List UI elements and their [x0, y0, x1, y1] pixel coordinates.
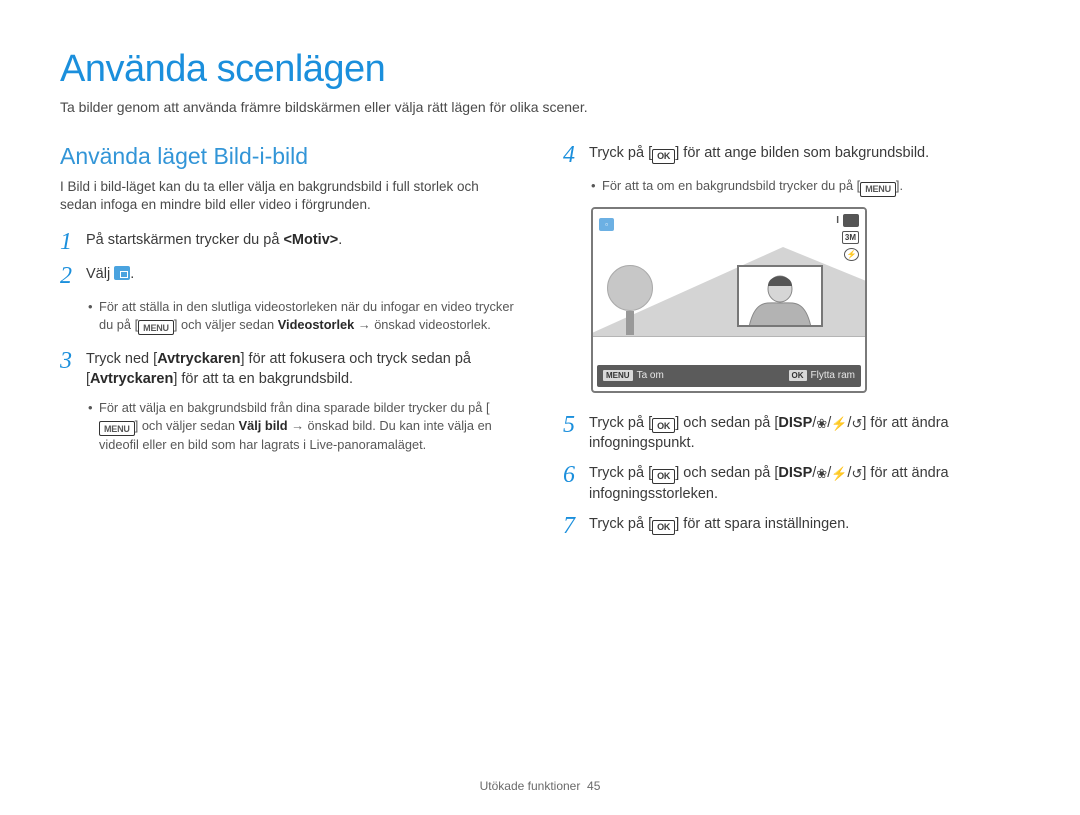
text: Tryck på [: [589, 415, 652, 431]
bar-left-label: Ta om: [637, 370, 664, 381]
screen-viewport: ▫ I 3M ⚡: [593, 209, 865, 351]
text: Tryck ned [: [86, 351, 157, 367]
videostorlek-label: Videostorlek: [278, 317, 355, 332]
step-body: Tryck på [OK] och sedan på [DISP/❀/⚡/↺] …: [589, 413, 1020, 454]
motiv-label: <Motiv>: [283, 232, 338, 248]
step-body: Välj .: [86, 264, 517, 284]
step-7: 7 Tryck på [OK] för att spara inställnin…: [563, 514, 1020, 538]
step-number: 6: [563, 463, 579, 487]
menu-tag: MENU: [603, 370, 633, 381]
bullet: För att ta om en bakgrundsbild trycker d…: [591, 177, 1020, 197]
step-4-bullets: För att ta om en bakgrundsbild trycker d…: [563, 177, 1020, 197]
disp-label: DISP: [778, 465, 812, 481]
ok-button-icon: OK: [652, 469, 675, 484]
tree-trunk: [626, 311, 634, 335]
step-body: Tryck på [OK] för att ange bilden som ba…: [589, 143, 1020, 164]
text: Tryck på [: [589, 516, 652, 532]
flash-icon: ⚡: [831, 416, 847, 431]
step-2-bullets: För att ställa in den slutliga videostor…: [60, 298, 517, 335]
page-title: Använda scenlägen: [60, 48, 1020, 91]
macro-icon: ❀: [816, 466, 827, 481]
text: ] och väljer sedan: [174, 317, 278, 332]
flash-icon: ⚡: [844, 248, 859, 261]
footer-page-number: 45: [587, 779, 600, 793]
macro-icon: ❀: [816, 416, 827, 431]
text: ].: [896, 178, 903, 193]
text: ] och sedan på [: [675, 415, 778, 431]
bar-right-label: Flytta ram: [811, 370, 855, 381]
page-footer: Utökade funktioner 45: [0, 779, 1080, 793]
bar-right: OK Flytta ram: [789, 370, 855, 381]
tree-shape: [607, 265, 653, 335]
ok-button-icon: OK: [652, 520, 675, 535]
step-5: 5 Tryck på [OK] och sedan på [DISP/❀/⚡/↺…: [563, 413, 1020, 454]
disp-label: DISP: [778, 415, 812, 431]
step-number: 5: [563, 413, 579, 437]
text: För att välja en bakgrundsbild från dina…: [99, 400, 490, 415]
hud-top-left: ▫: [599, 214, 614, 232]
menu-button-icon: MENU: [860, 182, 896, 197]
divider-icon: I: [836, 215, 839, 226]
ok-tag: OK: [789, 370, 807, 381]
step-number: 4: [563, 143, 579, 167]
text: För att ta om en bakgrundsbild trycker d…: [602, 178, 860, 193]
step-3: 3 Tryck ned [Avtryckaren] för att fokuse…: [60, 349, 517, 389]
text: Välj: [86, 266, 114, 282]
bullet: För att ställa in den slutliga videostor…: [88, 298, 517, 335]
text: Tryck på [: [589, 465, 652, 481]
valj-bild-label: Välj bild: [239, 418, 288, 433]
step-3-bullets: För att välja en bakgrundsbild från dina…: [60, 399, 517, 453]
ok-button-icon: OK: [652, 149, 675, 164]
text: Tryck på [: [589, 145, 652, 161]
ok-button-icon: OK: [652, 418, 675, 433]
avtryckaren-label: Avtryckaren: [157, 351, 240, 367]
text: ] för att ange bilden som bakgrundsbild.: [675, 145, 929, 161]
resolution-icon: 3M: [842, 231, 859, 244]
timer-icon: ↺: [851, 466, 862, 481]
timer-icon: ↺: [851, 416, 862, 431]
section-title: Använda läget Bild-i-bild: [60, 143, 517, 170]
step-body: På startskärmen trycker du på <Motiv>.: [86, 230, 517, 250]
text: → önskad videostorlek.: [354, 317, 491, 332]
text: .: [338, 232, 342, 248]
inset-frame: [737, 265, 823, 327]
avtryckaren-label: Avtryckaren: [90, 371, 173, 387]
text: På startskärmen trycker du på: [86, 232, 283, 248]
column-right: 4 Tryck på [OK] för att ange bilden som …: [563, 143, 1020, 548]
step-body: Tryck på [OK] och sedan på [DISP/❀/⚡/↺] …: [589, 463, 1020, 504]
battery-icon: [843, 214, 859, 227]
camera-screen-graphic: ▫ I 3M ⚡ MENU Ta om OK Fl: [591, 207, 867, 393]
footer-section: Utökade funktioner: [480, 779, 581, 793]
step-1: 1 På startskärmen trycker du på <Motiv>.: [60, 230, 517, 254]
bar-left: MENU Ta om: [603, 370, 664, 381]
tree-foliage: [607, 265, 653, 311]
text: ] för att spara inställningen.: [675, 516, 849, 532]
menu-button-icon: MENU: [138, 320, 174, 335]
step-6: 6 Tryck på [OK] och sedan på [DISP/❀/⚡/↺…: [563, 463, 1020, 504]
text: ] för att ta en bakgrundsbild.: [173, 371, 353, 387]
step-2: 2 Välj .: [60, 264, 517, 288]
step-body: Tryck ned [Avtryckaren] för att fokusera…: [86, 349, 517, 389]
text: ] och sedan på [: [675, 465, 778, 481]
section-intro: I Bild i bild-läget kan du ta eller välj…: [60, 178, 517, 214]
bullet: För att välja en bakgrundsbild från dina…: [88, 399, 517, 453]
pip-mode-icon: ▫: [599, 218, 614, 231]
step-number: 7: [563, 514, 579, 538]
picture-in-picture-icon: [114, 266, 130, 280]
step-body: Tryck på [OK] för att spara inställninge…: [589, 514, 1020, 535]
ground-line: [593, 336, 865, 337]
menu-button-icon: MENU: [99, 421, 135, 436]
step-4: 4 Tryck på [OK] för att ange bilden som …: [563, 143, 1020, 167]
column-left: Använda läget Bild-i-bild I Bild i bild-…: [60, 143, 517, 548]
person-icon: [739, 267, 821, 325]
content-columns: Använda läget Bild-i-bild I Bild i bild-…: [60, 143, 1020, 548]
text: ] och väljer sedan: [135, 418, 239, 433]
step-number: 3: [60, 349, 76, 373]
flash-icon: ⚡: [831, 466, 847, 481]
page-intro: Ta bilder genom att använda främre bilds…: [60, 99, 1020, 115]
screen-bottom-bar: MENU Ta om OK Flytta ram: [597, 365, 861, 387]
hud-top-right: I 3M ⚡: [836, 214, 859, 261]
step-number: 1: [60, 230, 76, 254]
step-number: 2: [60, 264, 76, 288]
